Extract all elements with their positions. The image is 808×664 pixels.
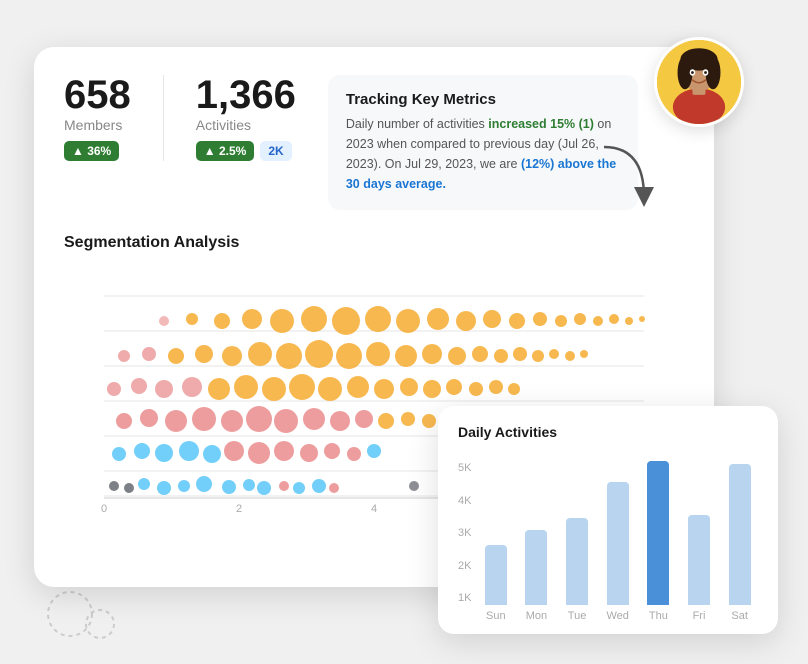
tracking-highlight-blue: (12%) above the 30 days average.	[346, 157, 616, 191]
y-axis-labels: 5K 4K 3K 2K 1K	[458, 462, 471, 622]
members-badges: ▲ 36%	[64, 141, 131, 161]
y-label-2k: 2K	[458, 560, 471, 572]
tracking-box: Tracking Key Metrics Daily number of act…	[328, 75, 638, 210]
y-label-5k: 5K	[458, 462, 471, 474]
avatar	[654, 37, 744, 127]
members-label: Members	[64, 117, 131, 133]
bar-wed: Wed	[599, 482, 636, 622]
activities-label: Activities	[196, 117, 296, 133]
bar-fri: Fri	[681, 515, 718, 622]
activities-value: 1,366	[196, 75, 296, 115]
members-badge: ▲ 36%	[64, 141, 119, 161]
tracking-highlight-green: increased 15% (1)	[488, 117, 594, 131]
metrics-left: 658 Members ▲ 36% 1,366 Activities ▲ 2.5…	[64, 75, 328, 161]
svg-text:2: 2	[236, 503, 242, 515]
members-value: 658	[64, 75, 131, 115]
activities-badges: ▲ 2.5% 2K	[196, 141, 296, 161]
bar-tue-fill	[566, 518, 588, 605]
members-metric: 658 Members ▲ 36%	[64, 75, 164, 161]
daily-activities-card: Daily Activities 5K 4K 3K 2K 1K Sun Mon	[438, 406, 778, 634]
tracking-text: Daily number of activities increased 15%…	[346, 114, 620, 194]
activities-badge2: 2K	[260, 141, 291, 161]
bar-wed-label: Wed	[607, 610, 629, 622]
bar-fri-label: Fri	[693, 610, 706, 622]
bar-thu-label: Thu	[649, 610, 668, 622]
segmentation-title: Segmentation Analysis	[64, 234, 684, 252]
y-label-1k: 1K	[458, 592, 471, 604]
bar-tue-label: Tue	[568, 610, 587, 622]
arrow-decoration	[594, 137, 654, 222]
bar-sun-label: Sun	[486, 610, 506, 622]
bar-thu-fill	[647, 461, 669, 605]
bar-thu: Thu	[640, 461, 677, 622]
svg-text:4: 4	[371, 503, 377, 515]
metrics-section: 658 Members ▲ 36% 1,366 Activities ▲ 2.5…	[64, 75, 684, 210]
bar-mon-fill	[525, 530, 547, 605]
y-label-4k: 4K	[458, 495, 471, 507]
bar-sat: Sat	[721, 464, 758, 622]
bar-fri-fill	[688, 515, 710, 605]
tracking-title: Tracking Key Metrics	[346, 91, 620, 108]
bar-wed-fill	[607, 482, 629, 605]
activities-badge1: ▲ 2.5%	[196, 141, 255, 161]
bar-sun: Sun	[477, 545, 514, 622]
activities-metric: 1,366 Activities ▲ 2.5% 2K	[196, 75, 328, 161]
bar-sat-fill	[729, 464, 751, 605]
bar-tue: Tue	[559, 518, 596, 622]
bar-sat-label: Sat	[731, 610, 748, 622]
bar-mon: Mon	[518, 530, 555, 622]
daily-activities-title: Daily Activities	[458, 424, 758, 440]
bar-sun-fill	[485, 545, 507, 605]
y-label-3k: 3K	[458, 527, 471, 539]
svg-text:0: 0	[101, 503, 107, 515]
bar-mon-label: Mon	[526, 610, 547, 622]
